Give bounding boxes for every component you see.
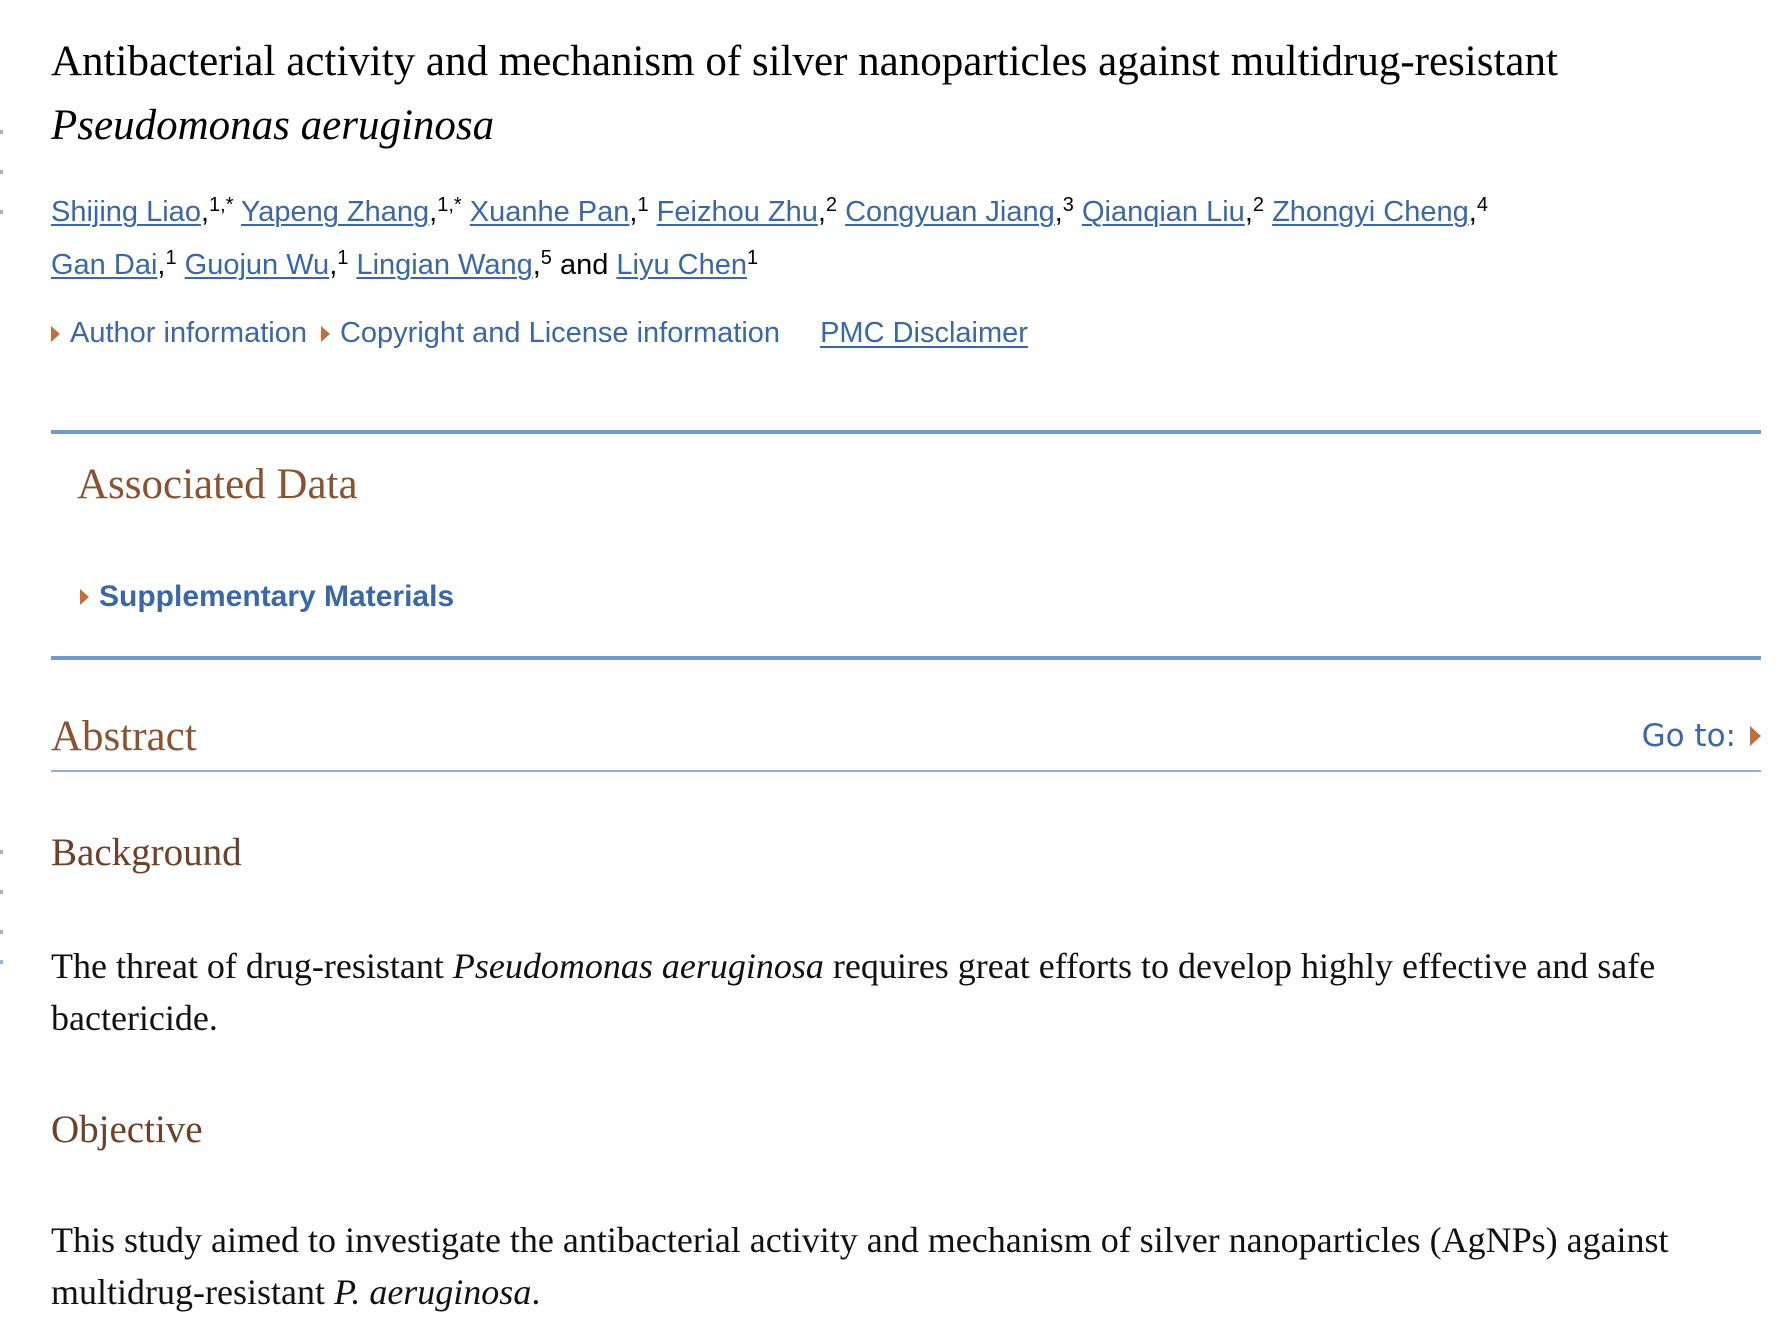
author-link[interactable]: Zhongyi Cheng bbox=[1272, 196, 1469, 228]
copyright-license-toggle[interactable]: Copyright and License information bbox=[320, 317, 780, 350]
objective-heading: Objective bbox=[51, 1108, 203, 1151]
left-scroll-indicator bbox=[0, 130, 3, 1030]
author-link[interactable]: Lingian Wang bbox=[356, 249, 532, 281]
triangle-right-icon bbox=[1750, 726, 1761, 746]
objective-paragraph: This study aimed to investigate the anti… bbox=[51, 1220, 1669, 1312]
article-header: Antibacterial activity and mechanism of … bbox=[51, 30, 1761, 350]
associated-data-heading: Associated Data bbox=[77, 461, 358, 508]
abstract-heading: Abstract bbox=[51, 713, 197, 760]
article-title: Antibacterial activity and mechanism of … bbox=[51, 38, 1558, 149]
triangle-right-icon bbox=[320, 325, 330, 342]
author-link[interactable]: Guojun Wu bbox=[185, 249, 330, 281]
article-title-species: Pseudomonas aeruginosa bbox=[51, 102, 495, 149]
background-paragraph: The threat of drug-resistant Pseudomonas… bbox=[51, 946, 1656, 1038]
author-link[interactable]: Qianqian Liu bbox=[1082, 196, 1245, 228]
abstract-divider bbox=[51, 770, 1761, 772]
author-link[interactable]: Congyuan Jiang bbox=[845, 196, 1055, 228]
triangle-right-icon bbox=[51, 325, 60, 342]
triangle-right-icon bbox=[80, 589, 89, 605]
go-to-menu[interactable]: Go to: bbox=[1642, 718, 1761, 754]
author-link[interactable]: Liyu Chen bbox=[616, 249, 747, 281]
author-information-toggle[interactable]: Author information bbox=[51, 317, 307, 350]
author-link[interactable]: Feizhou Zhu bbox=[657, 196, 818, 228]
section-divider bbox=[51, 430, 1761, 434]
article-meta-links: Author information Copyright and License… bbox=[51, 317, 1761, 350]
author-link[interactable]: Yapeng Zhang bbox=[241, 196, 429, 228]
and-text: and bbox=[559, 249, 609, 281]
section-divider bbox=[51, 656, 1761, 660]
author-list: Shijing Liao,1,* Yapeng Zhang,1,* Xuanhe… bbox=[51, 194, 1488, 281]
background-heading: Background bbox=[51, 831, 242, 874]
supplementary-materials-toggle[interactable]: Supplementary Materials bbox=[80, 580, 454, 614]
pmc-disclaimer-link[interactable]: PMC Disclaimer bbox=[820, 317, 1028, 350]
author-link[interactable]: Xuanhe Pan bbox=[470, 196, 630, 228]
author-link[interactable]: Gan Dai bbox=[51, 249, 157, 281]
author-link[interactable]: Shijing Liao bbox=[51, 196, 201, 228]
